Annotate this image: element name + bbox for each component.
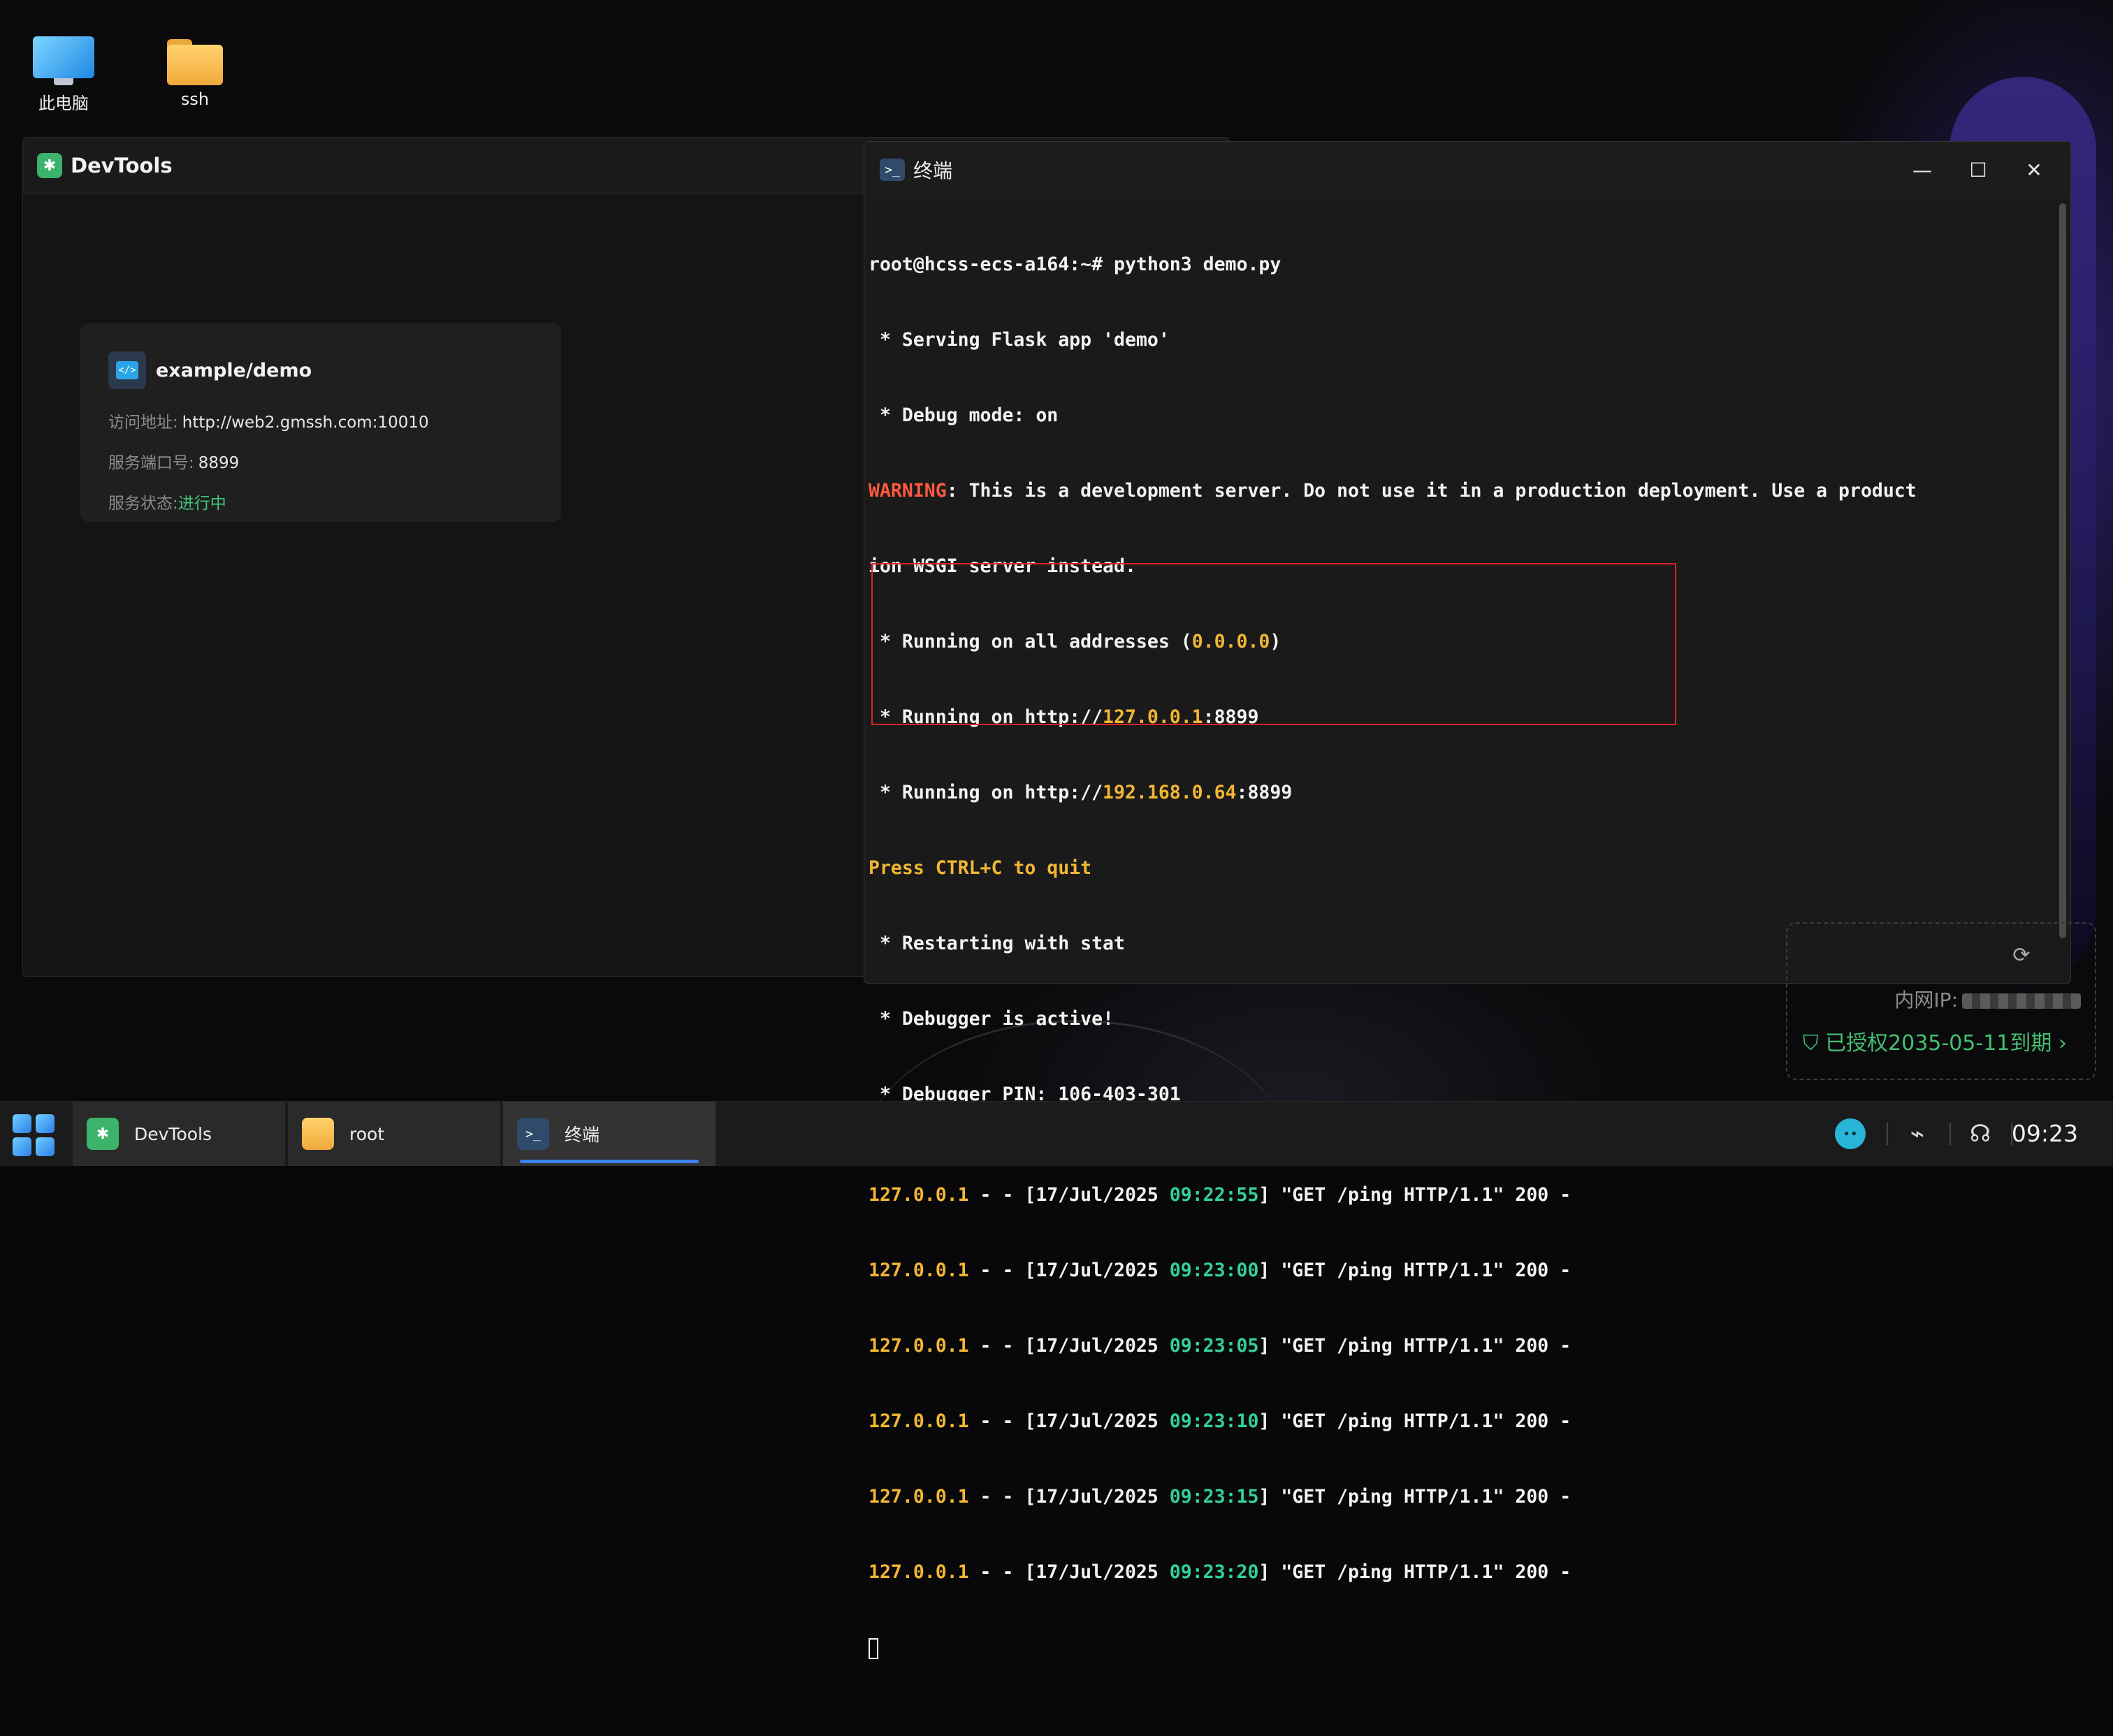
- highlight-box: [871, 563, 1676, 725]
- terminal-line: * Serving Flask app 'demo': [869, 329, 1170, 351]
- service-url-link[interactable]: http://web2.gmssh.com:10010: [182, 414, 429, 432]
- robot-icon: ••: [1835, 1118, 1866, 1149]
- taskbar-item-devtools[interactable]: ✱ DevTools: [73, 1102, 285, 1166]
- service-card[interactable]: </> example/demo 访问地址: http://web2.gmssh.…: [80, 323, 561, 522]
- bug-icon: ✱: [87, 1118, 119, 1150]
- internal-ip-row: 内网IP:: [1894, 985, 2081, 1013]
- terminal-line: * Debug mode: on: [869, 404, 1059, 426]
- log-line: 127.0.0.1 - - [17/Jul/2025 09:22:55] "GE…: [869, 1184, 1571, 1206]
- status-badge: 进行中: [177, 495, 226, 513]
- window-title: 终端: [913, 159, 953, 182]
- desktop-icon-label: ssh: [180, 89, 210, 109]
- folder-icon: [302, 1118, 334, 1150]
- license-link[interactable]: ⛉ 已授权2035-05-11到期 ›: [1803, 1026, 2067, 1056]
- terminal-icon: >_: [517, 1118, 549, 1150]
- terminal-output[interactable]: root@hcss-ecs-a164:~# python3 demo.py * …: [869, 202, 2056, 1659]
- log-line: 127.0.0.1 - - [17/Jul/2025 09:23:10] "GE…: [869, 1410, 1571, 1432]
- maximize-button[interactable]: ☐: [1963, 154, 1994, 185]
- close-button[interactable]: ✕: [2019, 154, 2049, 185]
- taskbar-item-root[interactable]: root: [288, 1102, 500, 1166]
- service-status-row: 服务状态:进行中: [108, 495, 226, 513]
- service-url-row: 访问地址: http://web2.gmssh.com:10010: [108, 414, 429, 432]
- log-line: 127.0.0.1 - - [17/Jul/2025 09:23:15] "GE…: [869, 1486, 1571, 1508]
- bug-icon: ✱: [37, 153, 62, 178]
- terminal-line: * Running on http://192.168.0.64:8899: [869, 782, 1293, 803]
- terminal-titlebar[interactable]: >_ 终端 — ☐ ✕: [864, 142, 2070, 198]
- ip-mask: [1962, 993, 2081, 1009]
- folder-icon: [167, 39, 223, 85]
- activity-icon: ⌁: [1910, 1120, 1925, 1148]
- shield-check-icon: ⛉: [1803, 1031, 1819, 1056]
- log-line: 127.0.0.1 - - [17/Jul/2025 09:23:00] "GE…: [869, 1260, 1571, 1281]
- divider: [1949, 1123, 1951, 1145]
- terminal-line: root@hcss-ecs-a164:~# python3 demo.py: [869, 254, 1281, 275]
- desktop-icon-label: 此电脑: [38, 94, 89, 113]
- service-name: example/demo: [156, 359, 312, 381]
- minimize-button[interactable]: —: [1907, 154, 1938, 185]
- log-line: 127.0.0.1 - - [17/Jul/2025 09:23:20] "GE…: [869, 1561, 1571, 1583]
- desktop-icon-ssh[interactable]: ssh: [150, 39, 240, 109]
- text-cursor: [869, 1637, 878, 1659]
- terminal-window: >_ 终端 — ☐ ✕ root@hcss-ecs-a164:~# python…: [864, 141, 2071, 1659]
- support-button[interactable]: ☊: [1959, 1102, 2001, 1166]
- start-menu-button[interactable]: [13, 1114, 55, 1156]
- window-title: DevTools: [71, 154, 173, 177]
- computer-icon: [33, 36, 94, 85]
- terminal-line: Press CTRL+C to quit: [869, 857, 1092, 879]
- code-icon: </>: [108, 351, 146, 389]
- chevron-right-icon: ›: [2058, 1031, 2067, 1056]
- assistant-button[interactable]: ••: [1828, 1102, 1873, 1166]
- taskbar-item-terminal[interactable]: >_ 终端: [503, 1102, 716, 1166]
- log-line: 127.0.0.1 - - [17/Jul/2025 09:23:05] "GE…: [869, 1335, 1571, 1357]
- service-port-row: 服务端口号: 8899: [108, 454, 240, 472]
- desktop-icon-this-pc[interactable]: 此电脑: [18, 36, 109, 114]
- monitor-button[interactable]: ⌁: [1896, 1102, 1938, 1166]
- terminal-icon: >_: [880, 159, 905, 181]
- headset-icon: ☊: [1969, 1120, 1991, 1148]
- terminal-cursor-line: [869, 1635, 2056, 1661]
- taskbar-clock[interactable]: 09:23: [2012, 1120, 2078, 1147]
- divider: [1887, 1123, 1888, 1145]
- terminal-line: WARNING: This is a development server. D…: [869, 480, 1917, 502]
- terminal-scrollbar[interactable]: [2059, 203, 2066, 938]
- system-info-widget: 内网IP: ⛉ 已授权2035-05-11到期 ›: [1786, 922, 2096, 1080]
- taskbar: ✱ DevTools root >_ 终端 •• ⌁ ☊ 09:23: [0, 1101, 2113, 1166]
